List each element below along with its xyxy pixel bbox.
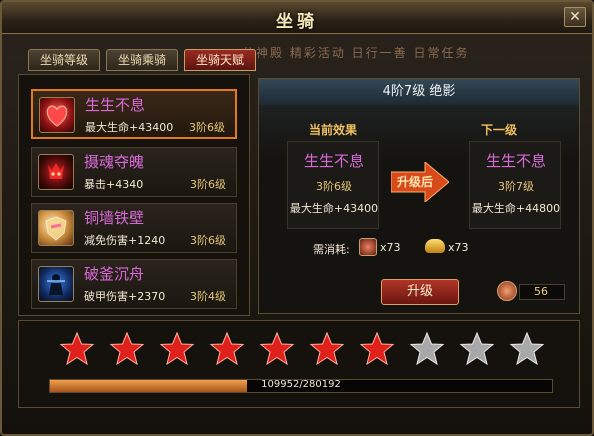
close-button[interactable]: ✕ xyxy=(564,7,586,27)
talent-name: 生生不息 xyxy=(85,96,146,114)
tab-mount-talent[interactable]: 坐骑天赋 xyxy=(184,49,256,71)
star-filled-icon xyxy=(309,331,345,366)
star-filled-icon xyxy=(109,331,145,366)
mount-rank-header: 4阶7级 绝影 xyxy=(259,79,579,105)
title-bar[interactable]: 坐骑 ✕ xyxy=(2,2,592,34)
mount-window: 坐骑 ✕ 分神殿 精彩活动 日行一善 日常任务 坐骑等级 坐骑乘骑 坐骑天赋 生… xyxy=(0,0,594,436)
gold-cost: x73 xyxy=(448,241,469,254)
next-level-heading: 下一级 xyxy=(481,123,518,137)
gold-ingot-icon xyxy=(425,239,445,253)
talent-name: 破釜沉舟 xyxy=(84,265,145,283)
current-effect-heading: 当前效果 xyxy=(309,123,358,137)
talent-name: 摄魂夺魄 xyxy=(84,153,145,171)
tab-mount-level[interactable]: 坐骑等级 xyxy=(28,49,100,71)
next-talent-stat: 最大生命+44800 xyxy=(471,202,561,215)
next-talent-level: 3阶7级 xyxy=(498,180,534,193)
star-empty-icon xyxy=(509,331,545,366)
talent-level: 3阶4级 xyxy=(190,290,226,303)
material-cost: x73 xyxy=(380,241,401,254)
material-icon xyxy=(359,238,377,256)
demon-icon xyxy=(38,154,74,190)
talent-item-shehun[interactable]: 摄魂夺魄 暴击+4340 3阶6级 xyxy=(31,147,237,197)
exp-progress-text: 109952/280192 xyxy=(261,379,341,390)
talent-effect: 破甲伤害+2370 xyxy=(84,290,166,303)
star-filled-icon xyxy=(209,331,245,366)
talent-name: 铜墙铁壁 xyxy=(84,209,145,227)
star-filled-icon xyxy=(59,331,95,366)
star-filled-icon xyxy=(159,331,195,366)
current-talent-stat: 最大生命+43400 xyxy=(289,202,379,215)
shield-icon xyxy=(38,210,74,246)
warrior-icon xyxy=(38,266,74,302)
talent-level: 3阶6级 xyxy=(189,121,225,134)
talent-level: 3阶6级 xyxy=(190,178,226,191)
next-level-box: 生生不息 3阶7级 最大生命+44800 xyxy=(469,141,561,229)
talent-effect: 减免伤害+1240 xyxy=(84,234,166,247)
background-event-text: 分神殿 精彩活动 日行一善 日常任务 xyxy=(242,46,470,60)
cost-label: 需消耗: xyxy=(313,243,350,256)
next-talent-name: 生生不息 xyxy=(485,152,546,170)
talent-effect: 暴击+4340 xyxy=(84,178,144,191)
tab-mount-ride[interactable]: 坐骑乘骑 xyxy=(106,49,178,71)
heart-icon xyxy=(39,97,75,133)
material-owned-count: 56 xyxy=(519,284,565,300)
close-icon: ✕ xyxy=(569,9,581,25)
upgrade-arrow-label: 升级后 xyxy=(396,175,433,189)
current-effect-box: 生生不息 3阶6级 最大生命+43400 xyxy=(287,141,379,229)
talent-effect: 最大生命+43400 xyxy=(85,121,174,134)
star-empty-icon xyxy=(409,331,445,366)
star-filled-icon xyxy=(359,331,395,366)
talent-list: 生生不息 最大生命+43400 3阶6级 摄魂夺魄 暴击+4340 3阶6级 铜… xyxy=(18,74,250,316)
window-title: 坐骑 xyxy=(276,12,318,32)
talent-item-pofu[interactable]: 破釜沉舟 破甲伤害+2370 3阶4级 xyxy=(31,259,237,309)
upgrade-button[interactable]: 升级 xyxy=(381,279,459,305)
talent-detail-panel: 4阶7级 绝影 当前效果 下一级 生生不息 3阶6级 最大生命+43400 升级… xyxy=(258,78,580,314)
star-empty-icon xyxy=(459,331,495,366)
star-progress-panel: 109952/280192 xyxy=(18,320,580,408)
exp-progress-bar: 109952/280192 xyxy=(49,379,553,393)
material-owned-icon xyxy=(497,281,517,301)
star-filled-icon xyxy=(259,331,295,366)
talent-item-shengsheng[interactable]: 生生不息 最大生命+43400 3阶6级 xyxy=(31,89,237,139)
talent-level: 3阶6级 xyxy=(190,234,226,247)
current-talent-level: 3阶6级 xyxy=(316,180,352,193)
talent-item-tongqiang[interactable]: 铜墙铁壁 减免伤害+1240 3阶6级 xyxy=(31,203,237,253)
current-talent-name: 生生不息 xyxy=(303,152,364,170)
